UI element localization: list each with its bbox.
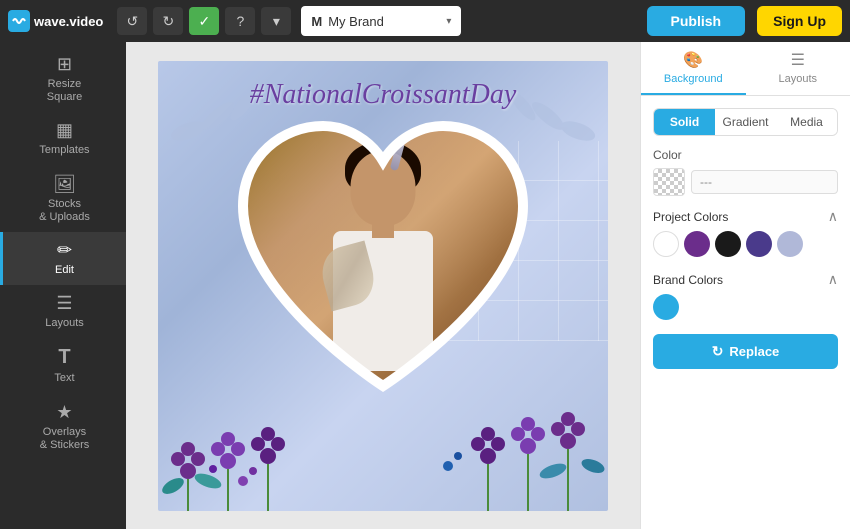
sidebar-item-overlays[interactable]: ★ Overlays& Stickers [0,394,126,460]
replace-label: Replace [729,344,779,359]
confirm-button[interactable]: ✓ [189,7,219,35]
color-preview-swatch[interactable] [653,168,685,196]
stocks-icon: 🖼 [53,174,76,195]
overlays-icon: ★ [56,402,72,423]
background-tab-label: Background [664,73,723,85]
background-tab-icon: 🎨 [683,50,703,70]
swatch-white[interactable] [653,231,679,257]
swatch-purple[interactable] [684,231,710,257]
sidebar: ⊞ ResizeSquare ▦ Templates 🖼 Stocks& Upl… [0,42,126,529]
main-layout: ⊞ ResizeSquare ▦ Templates 🖼 Stocks& Upl… [0,42,850,529]
signup-button[interactable]: Sign Up [757,6,842,36]
more-button[interactable]: ▾ [261,7,291,35]
project-colors-toggle[interactable]: ∧ [828,208,838,225]
layouts-icon: ☰ [56,293,72,314]
text-icon: T [58,346,70,369]
tab-background[interactable]: 🎨 Background [641,42,746,95]
swatch-light-blue[interactable] [777,231,803,257]
panel-tabs: 🎨 Background ☰ Layouts [641,42,850,96]
brand-selector[interactable]: M My Brand ▾ [301,6,461,36]
type-selector: Solid Gradient Media [653,108,838,136]
swatch-dark-purple[interactable] [746,231,772,257]
replace-button[interactable]: ↻ Replace [653,334,838,369]
redo-button[interactable]: ↻ [153,7,183,35]
topbar: wave.video ↺ ↻ ✓ ? ▾ M My Brand ▾ Publis… [0,0,850,42]
tab-layouts[interactable]: ☰ Layouts [746,42,850,95]
sidebar-item-edit[interactable]: ✏ Edit [0,232,126,285]
brand-dropdown-icon: ▾ [446,16,451,27]
canvas-title: #NationalCroissantDay [158,79,608,111]
layouts-tab-icon: ☰ [791,50,805,70]
project-colors-label: Project Colors [653,210,728,224]
logo-icon [8,10,30,32]
sidebar-item-text[interactable]: T Text [0,338,126,393]
canvas[interactable]: #NationalCroissantDay [158,61,608,511]
brand-colors-toggle[interactable]: ∧ [828,271,838,288]
undo-button[interactable]: ↺ [117,7,147,35]
replace-icon: ↻ [712,343,724,360]
brand-name: My Brand [328,14,440,29]
publish-button[interactable]: Publish [647,6,746,36]
edit-icon: ✏ [57,240,72,261]
panel-content: Solid Gradient Media Color --- Project C… [641,96,850,529]
logo-text: wave.video [34,14,103,29]
templates-icon: ▦ [56,120,73,141]
layouts-tab-label: Layouts [778,73,817,85]
resize-icon: ⊞ [57,54,72,75]
color-value-input[interactable]: --- [691,170,838,194]
project-color-swatches [653,231,838,257]
type-media-button[interactable]: Media [776,109,837,135]
sidebar-item-layouts[interactable]: ☰ Layouts [0,285,126,338]
flowers-left [158,311,358,511]
sidebar-item-stocks[interactable]: 🖼 Stocks& Uploads [0,166,126,232]
sidebar-item-templates[interactable]: ▦ Templates [0,112,126,165]
logo: wave.video [8,10,103,32]
color-section-label: Color [653,148,838,162]
type-gradient-button[interactable]: Gradient [715,109,776,135]
right-panel: 🎨 Background ☰ Layouts Solid Gradient Me… [640,42,850,529]
canvas-area[interactable]: #NationalCroissantDay [126,42,640,529]
swatch-black[interactable] [715,231,741,257]
brand-color-swatches [653,294,838,320]
swatch-brand-blue[interactable] [653,294,679,320]
brand-colors-section: Brand Colors ∧ [653,271,838,320]
color-row: --- [653,168,838,196]
brand-letter: M [311,14,322,29]
flowers-right [388,291,608,511]
help-button[interactable]: ? [225,7,255,35]
sidebar-item-resize[interactable]: ⊞ ResizeSquare [0,46,126,112]
type-solid-button[interactable]: Solid [654,109,715,135]
brand-colors-label: Brand Colors [653,273,723,287]
project-colors-section: Project Colors ∧ [653,208,838,257]
